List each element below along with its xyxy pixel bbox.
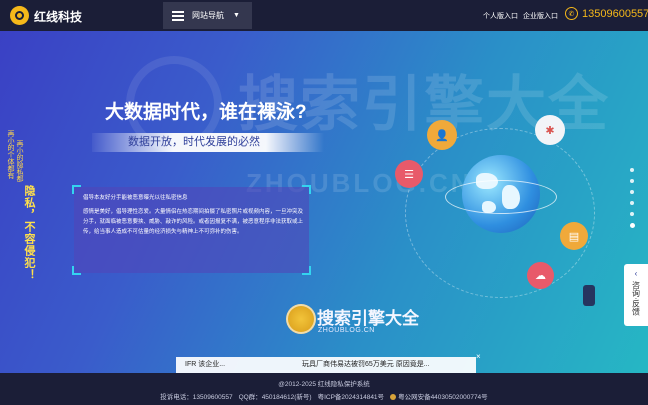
card-corner (302, 185, 311, 194)
ticker-left[interactable]: IFR 该企业... (185, 357, 225, 373)
footer-qq: QQ群：450184612(新号) (238, 394, 312, 401)
hero-subtitle: 数据开放，时代发展的必然 (92, 133, 324, 152)
slider-dot[interactable] (630, 212, 634, 216)
slider-dot[interactable] (630, 179, 634, 183)
device-icon (583, 285, 595, 306)
chevron-left-icon: ‹ (634, 269, 638, 278)
info-card: 倡导本友好分手能被恶意曝光以往私密信息 感情是美好，倡导理性恋爱。大量情侣在热恋… (72, 185, 311, 275)
ticker-right[interactable]: 玩具厂商伟易达被罚65万美元 原因竟是... (302, 357, 430, 373)
feedback-tab[interactable]: ‹ 咨询·反馈 (624, 264, 648, 326)
footer: @2012-2025 红线隐私保护系统 投诉电话：13509600557 QQ群… (0, 373, 648, 405)
center-logo-title: 搜索引擎大全 (317, 309, 419, 328)
card-heading: 倡导本友好分手能被恶意曝光以往私密信息 (83, 195, 188, 201)
chart-icon: ▤ (560, 222, 588, 250)
header-phone-number: 13509600557 (582, 7, 648, 20)
police-badge-icon (390, 394, 397, 400)
poem-line-3: 隐私，不容侵犯！ (23, 185, 35, 281)
phone-icon: ✆ (565, 7, 578, 20)
slider-dot[interactable] (630, 168, 634, 172)
cloud-icon: ☁ (527, 262, 554, 289)
caret-down-icon: ▼ (233, 12, 240, 19)
personal-login-link[interactable]: 个人版入口 (483, 11, 518, 21)
site-nav-button[interactable]: 网站导航 ▼ (163, 2, 252, 29)
globe-ring (445, 180, 557, 214)
poem-line-2: 再小的隐私都 (16, 140, 23, 182)
bug-icon: ✱ (535, 115, 565, 145)
brand-name[interactable]: 红线科技 (34, 8, 82, 25)
slider-dot[interactable] (630, 201, 634, 205)
footer-icp-link[interactable]: 粤ICP备2024314841号 (318, 391, 385, 401)
card-corner (302, 266, 311, 275)
feedback-label: 咨询·反馈 (631, 281, 641, 316)
logo-icon[interactable] (10, 6, 29, 25)
footer-police-link[interactable]: 粤公网安备44030502000774号 (390, 391, 488, 401)
enterprise-login-link[interactable]: 企业版入口 (523, 11, 558, 21)
slider-dots (629, 168, 635, 228)
footer-info: 投诉电话：13509600557 QQ群：450184612(新号) 粤ICP备… (0, 391, 648, 401)
footer-copyright: @2012-2025 红线隐私保护系统 (278, 381, 370, 388)
news-ticker[interactable]: IFR 该企业... 玩具厂商伟易达被罚65万美元 原因竟是... (176, 357, 476, 373)
user-icon: 👤 (427, 120, 457, 150)
card-corner (72, 266, 81, 275)
site-nav-label: 网站导航 (192, 11, 224, 20)
slider-dot[interactable] (630, 190, 634, 194)
menu-icon (172, 10, 184, 21)
close-icon[interactable]: × (476, 352, 481, 361)
center-logo-subtitle: ZHOUBLOG.CN (318, 327, 375, 334)
header-phone: ✆ 13509600557 (565, 7, 648, 20)
card-corner (72, 185, 81, 194)
hero-title: 大数据时代，谁在裸泳? (105, 102, 307, 123)
footer-phone: 投诉电话：13509600557 (160, 394, 233, 401)
card-body: 感情是美好，倡导理性恋爱。大量情侣在热恋期间拍摄了私密照片或视频内容，一旦冲突及… (83, 209, 304, 235)
top-header: 红线科技 网站导航 ▼ 个人版入口 企业版入口 ✆ 13509600557 (0, 0, 648, 31)
center-logo-icon (286, 304, 316, 334)
slider-dot-active[interactable] (629, 223, 635, 228)
data-icon: ☰ (395, 160, 423, 188)
